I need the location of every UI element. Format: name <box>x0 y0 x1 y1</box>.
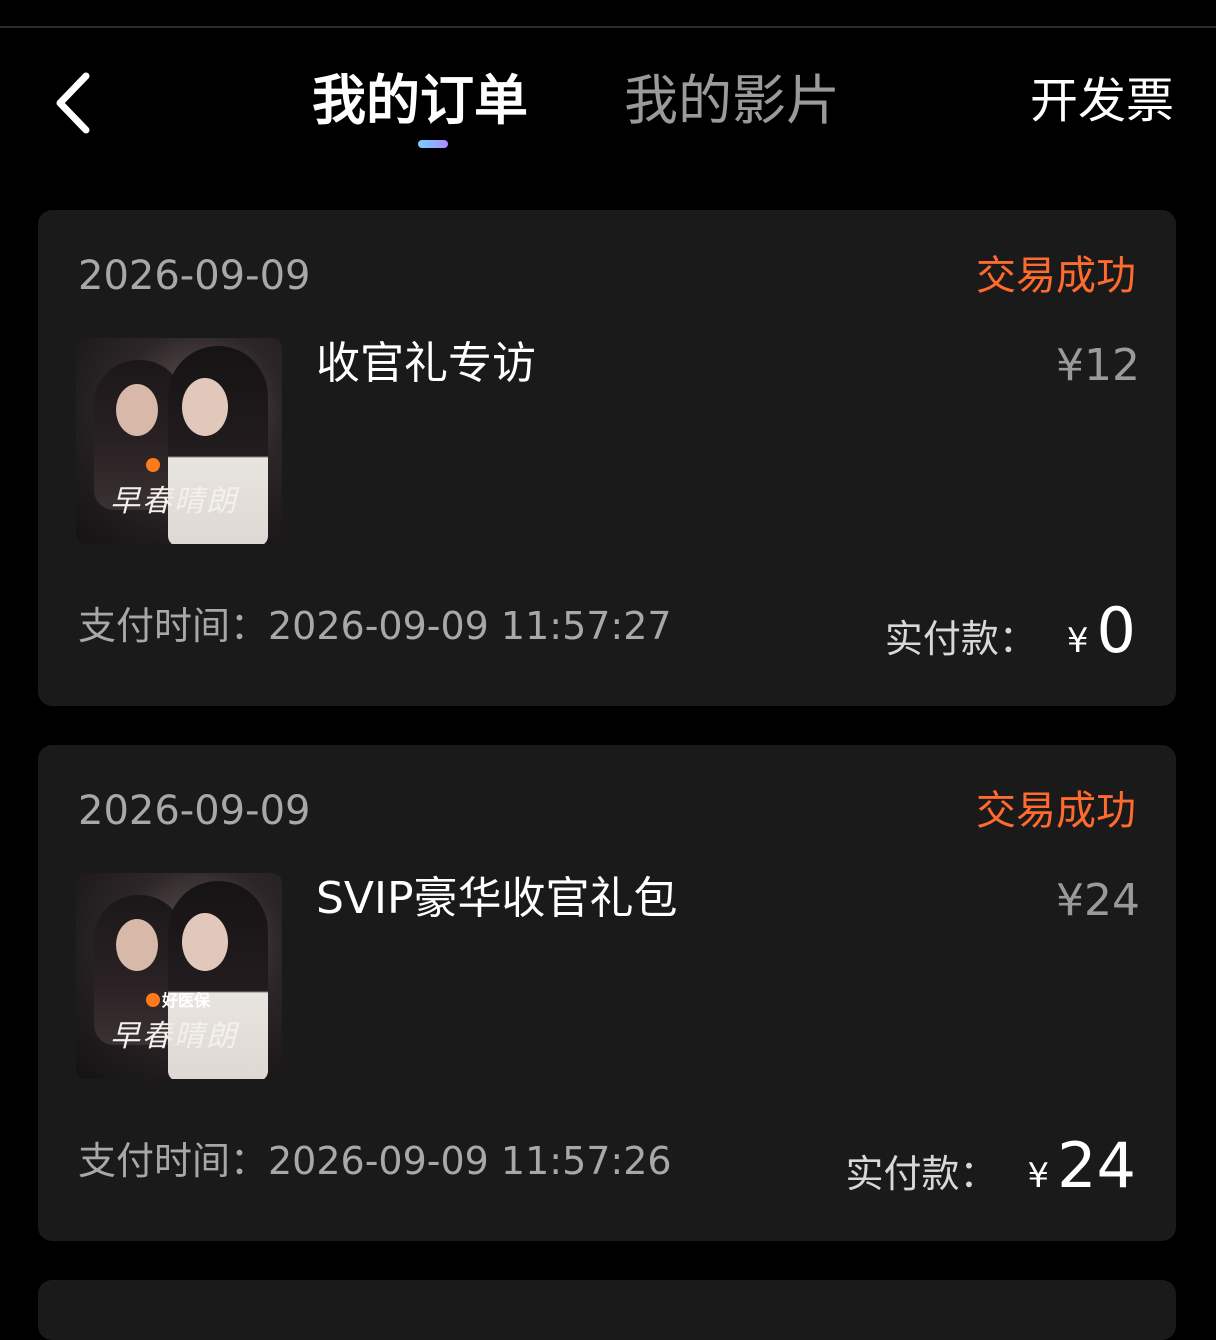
item-title[interactable]: SVIP豪华收官礼包 <box>316 869 678 929</box>
item-price: ¥12 <box>1056 340 1140 391</box>
order-status: 交易成功 <box>976 253 1136 299</box>
header: 我的订单 我的影片 开发票 <box>0 40 1216 170</box>
order-status: 交易成功 <box>976 788 1136 834</box>
item-price: ¥24 <box>1056 875 1140 926</box>
order-card[interactable]: 2026-09-09 交易成功 早春晴朗 收官礼专访 ¥12 支付时间：2026… <box>38 210 1176 706</box>
paid-currency: ¥ <box>1066 621 1089 661</box>
paid-label: 实付款： <box>845 1152 998 1196</box>
paid-currency: ¥ <box>1027 1156 1050 1196</box>
item-title[interactable]: 收官礼专访 <box>316 334 536 394</box>
order-date: 2026-09-09 <box>78 253 311 299</box>
chevron-left-icon <box>56 72 90 134</box>
order-card[interactable]: 2026-09-09 交易成功 好医保 早春晴朗 SVIP豪华收官礼包 ¥24 … <box>38 745 1176 1241</box>
paid-amount-group: 实付款： ¥ 0 <box>884 594 1136 667</box>
paid-amount-group: 实付款： ¥ 24 <box>845 1129 1136 1202</box>
order-card-partial[interactable] <box>38 1280 1176 1340</box>
payment-time: 支付时间：2026-09-09 11:57:27 <box>78 604 672 648</box>
poster-brand: 好医保 <box>162 991 211 1010</box>
order-date: 2026-09-09 <box>78 788 311 834</box>
active-tab-indicator <box>418 140 448 148</box>
payment-time: 支付时间：2026-09-09 11:57:26 <box>78 1139 672 1183</box>
paid-label: 实付款： <box>884 617 1037 661</box>
paid-amount: 24 <box>1057 1129 1136 1202</box>
brand-logo-icon <box>146 993 160 1007</box>
poster-title: 早春晴朗 <box>110 484 238 519</box>
status-divider <box>0 26 1216 28</box>
tab-my-orders[interactable]: 我的订单 <box>312 66 528 136</box>
product-thumbnail[interactable]: 早春晴朗 <box>76 338 282 544</box>
invoice-button[interactable]: 开发票 <box>1030 68 1174 134</box>
product-thumbnail[interactable]: 好医保 早春晴朗 <box>76 873 282 1079</box>
brand-logo-icon <box>146 458 160 472</box>
tab-my-films[interactable]: 我的影片 <box>624 66 840 136</box>
back-button[interactable] <box>44 68 104 138</box>
poster-title: 早春晴朗 <box>110 1019 238 1054</box>
paid-amount: 0 <box>1096 594 1136 667</box>
